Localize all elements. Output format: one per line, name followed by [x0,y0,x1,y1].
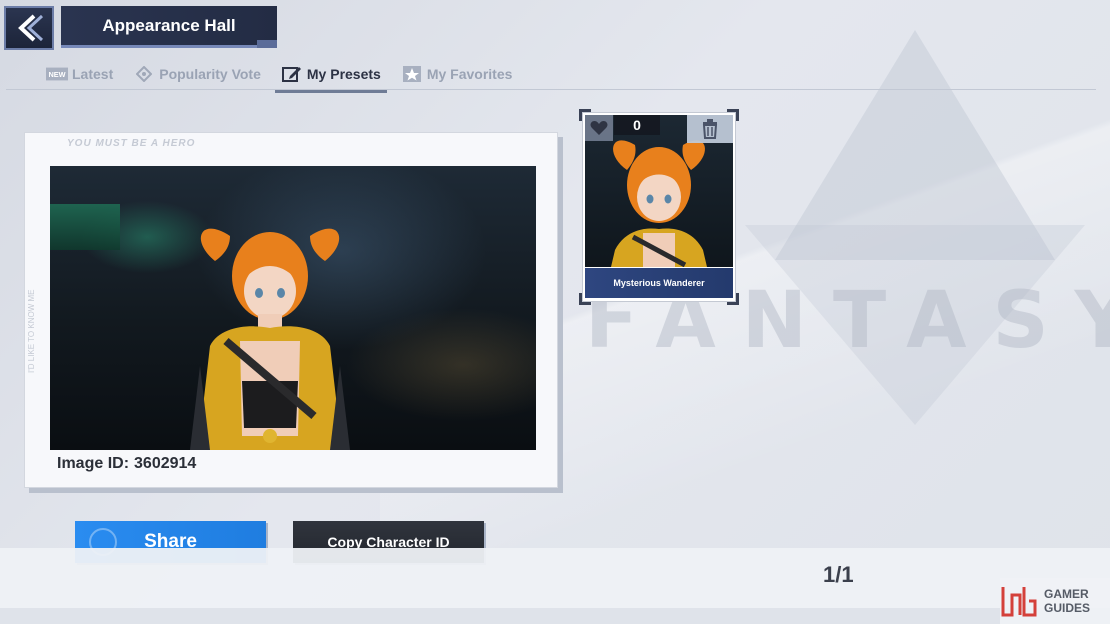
back-button[interactable] [4,6,54,50]
svg-text:NEW: NEW [48,70,65,79]
like-button[interactable] [585,115,613,141]
tab-label: Latest [72,66,114,82]
bottom-strip [0,608,1110,624]
tab-popularity-vote[interactable]: Popularity Vote [127,56,267,92]
like-count: 0 [614,115,660,135]
card-tagline: YOU MUST BE A HERO [67,138,196,149]
tab-bar: NEW Latest Popularity Vote My Presets My… [40,56,526,93]
brand-line-2: GUIDES [1044,601,1091,615]
tab-my-presets[interactable]: My Presets [274,56,387,93]
tab-divider [6,89,1096,90]
gamer-guides-watermark: GAMER GUIDES [1000,578,1110,624]
heart-icon [590,121,608,135]
trash-icon [702,119,718,139]
preset-card[interactable]: 0 Mysterious Wanderer [579,109,739,305]
bottom-bar [0,548,1110,608]
edit-icon [281,65,303,83]
tab-label: Popularity Vote [159,66,261,82]
vote-icon [133,65,155,83]
star-icon [401,65,423,83]
preset-name: Mysterious Wanderer [585,268,733,298]
new-badge-icon: NEW [46,65,68,83]
tab-label: My Presets [306,66,381,82]
page-title: Appearance Hall [61,6,277,48]
card-side-text: I'D LIKE TO KNOW ME [27,289,36,373]
delete-preset-button[interactable] [687,115,733,143]
gamer-guides-logo-icon [1001,587,1037,617]
image-id-label: Image ID: [57,455,130,472]
character-figure [190,228,350,450]
preview-card: YOU MUST BE A HERO I'D LIKE TO KNOW ME I… [24,132,558,488]
character-preview-image [50,166,536,450]
image-id-value: 3602914 [134,455,197,472]
page-indicator: 1/1 [823,562,854,587]
image-id-text: Image ID: 3602914 [57,455,196,473]
chevron-left-icon [18,14,44,42]
brand-line-1: GAMER [1044,587,1089,601]
tab-latest[interactable]: NEW Latest [40,56,119,92]
tab-my-favorites[interactable]: My Favorites [395,56,519,92]
tab-label: My Favorites [426,66,513,82]
